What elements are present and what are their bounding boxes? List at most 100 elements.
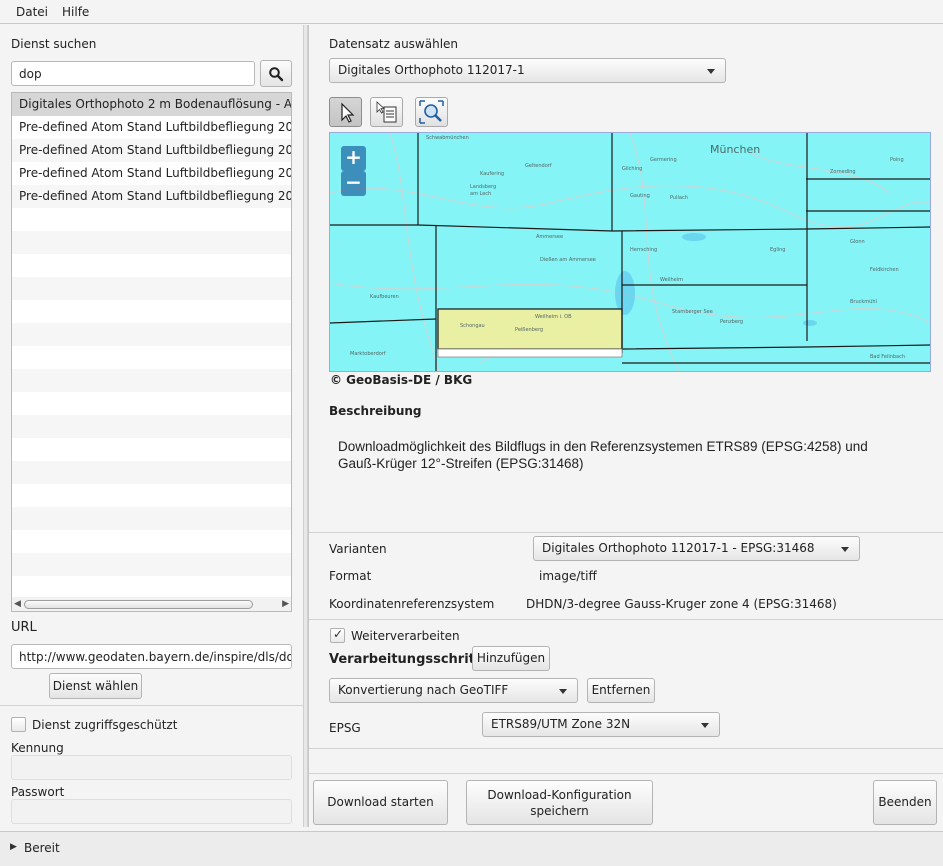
svg-text:Herrsching: Herrsching <box>630 247 657 253</box>
svg-text:Schongau: Schongau <box>460 323 485 329</box>
list-item-empty <box>12 576 291 599</box>
list-item-empty <box>12 438 291 461</box>
further-process-label: Weiterverarbeiten <box>351 629 460 643</box>
list-item-empty <box>12 346 291 369</box>
url-label: URL <box>11 620 37 635</box>
expand-triangle-icon[interactable]: ▶ <box>10 842 17 852</box>
step-select-value: Konvertierung nach GeoTIFF <box>338 683 509 697</box>
download-start-button[interactable]: Download starten <box>313 780 448 825</box>
menu-file[interactable]: Datei <box>16 5 48 19</box>
info-tool-button[interactable] <box>370 97 403 127</box>
svg-text:Bad Feilnbach: Bad Feilnbach <box>870 354 905 360</box>
user-label: Kennung <box>11 741 64 755</box>
list-horizontal-scrollbar[interactable]: ◀ ▶ <box>11 597 292 612</box>
search-label: Dienst suchen <box>11 37 97 51</box>
epsg-label: EPSG <box>329 721 361 735</box>
password-field[interactable] <box>11 799 292 824</box>
list-item-empty <box>12 231 291 254</box>
zoom-tool-button[interactable] <box>415 97 448 127</box>
list-item-empty <box>12 553 291 576</box>
url-input[interactable]: http://www.geodaten.bayern.de/inspire/dl… <box>11 644 292 669</box>
remove-step-button[interactable]: Entfernen <box>587 678 655 703</box>
divider <box>309 619 943 620</box>
scroll-right-icon[interactable]: ▶ <box>282 599 289 609</box>
menu-bar: Datei Hilfe <box>0 0 943 24</box>
svg-text:am Lech: am Lech <box>470 191 491 197</box>
svg-text:Weilheim: Weilheim <box>660 277 683 283</box>
list-item-empty <box>12 530 291 553</box>
search-button[interactable] <box>260 60 292 87</box>
list-item-empty <box>12 277 291 300</box>
svg-text:Kaufering: Kaufering <box>480 171 504 177</box>
list-item[interactable]: Pre-defined Atom Stand Luftbildbefliegun… <box>12 185 291 208</box>
further-process-checkbox[interactable] <box>330 627 345 643</box>
list-item[interactable]: Digitales Orthophoto 2 m Bodenauflösung … <box>12 93 291 116</box>
list-item-empty <box>12 507 291 530</box>
chevron-down-icon <box>841 546 849 552</box>
svg-text:Marktoberdorf: Marktoberdorf <box>350 351 386 357</box>
svg-text:Pullach: Pullach <box>670 195 688 201</box>
variants-select[interactable]: Digitales Orthophoto 112017-1 - EPSG:314… <box>533 536 860 561</box>
map-copyright: © GeoBasis-DE / BKG <box>330 373 473 387</box>
epsg-select[interactable]: ETRS89/UTM Zone 32N <box>482 712 720 737</box>
search-input[interactable]: dop <box>11 61 255 86</box>
save-config-label-line1: Download-Konfiguration <box>487 788 632 802</box>
svg-text:Bruckmühl: Bruckmühl <box>850 299 877 305</box>
svg-text:Germering: Germering <box>650 157 677 163</box>
zoom-in-button[interactable]: + <box>341 146 366 171</box>
variants-select-value: Digitales Orthophoto 112017-1 - EPSG:314… <box>542 541 815 555</box>
user-field[interactable] <box>11 755 292 780</box>
list-item-empty <box>12 415 291 438</box>
svg-text:Peißenberg: Peißenberg <box>515 327 543 333</box>
dataset-select-value: Digitales Orthophoto 112017-1 <box>338 63 525 77</box>
list-item-empty <box>12 484 291 507</box>
divider <box>309 748 943 749</box>
format-value: image/tiff <box>539 569 597 583</box>
status-text: Bereit <box>24 841 60 855</box>
svg-text:Feldkirchen: Feldkirchen <box>870 267 899 273</box>
crs-label: Koordinatenreferenzsystem <box>329 597 495 611</box>
list-item-empty <box>12 461 291 484</box>
list-item-empty <box>12 300 291 323</box>
list-item[interactable]: Pre-defined Atom Stand Luftbildbefliegun… <box>12 139 291 162</box>
description-text: Downloadmöglichkeit des Bildflugs in den… <box>338 439 868 471</box>
add-step-button[interactable]: Hinzufügen <box>472 646 550 671</box>
protected-label: Dienst zugriffsgeschützt <box>32 718 178 732</box>
scrollbar-thumb[interactable] <box>24 600 253 609</box>
epsg-select-value: ETRS89/UTM Zone 32N <box>491 717 631 731</box>
description-heading: Beschreibung <box>329 404 422 418</box>
list-item[interactable]: Pre-defined Atom Stand Luftbildbefliegun… <box>12 116 291 139</box>
map-city-label: München <box>710 143 760 156</box>
feature-info-icon <box>376 101 397 123</box>
svg-text:Schwabmünchen: Schwabmünchen <box>426 135 469 141</box>
search-icon <box>269 67 284 82</box>
svg-text:Landsberg: Landsberg <box>470 184 496 190</box>
select-tool-button[interactable] <box>329 97 362 127</box>
svg-text:Gilching: Gilching <box>622 166 642 172</box>
zoom-out-button[interactable]: − <box>341 171 366 196</box>
protected-checkbox[interactable] <box>11 717 26 732</box>
list-item[interactable]: Pre-defined Atom Stand Luftbildbefliegun… <box>12 162 291 185</box>
svg-text:Geltendorf: Geltendorf <box>525 163 552 169</box>
menu-help[interactable]: Hilfe <box>62 5 89 19</box>
dataset-select[interactable]: Digitales Orthophoto 112017-1 <box>329 58 726 83</box>
zoom-extent-icon <box>419 100 444 124</box>
svg-text:Egling: Egling <box>770 247 785 253</box>
steps-heading: Verarbeitungsschritte <box>329 652 490 667</box>
map-canvas[interactable]: Schwabmünchen Kaufering Landsberg am Lec… <box>330 133 931 372</box>
svg-text:Poing: Poing <box>890 157 904 163</box>
list-item-empty <box>12 254 291 277</box>
step-select[interactable]: Konvertierung nach GeoTIFF <box>329 678 578 703</box>
map-view[interactable]: Schwabmünchen Kaufering Landsberg am Lec… <box>329 132 931 372</box>
service-results-list[interactable]: Digitales Orthophoto 2 m Bodenauflösung … <box>11 92 292 612</box>
svg-text:Ammersee: Ammersee <box>536 234 563 240</box>
save-config-button[interactable]: Download-Konfiguration speichern <box>466 780 653 825</box>
svg-text:Starnberger See: Starnberger See <box>672 309 713 315</box>
chevron-down-icon <box>559 688 567 694</box>
scroll-left-icon[interactable]: ◀ <box>14 599 21 609</box>
list-item-empty <box>12 208 291 231</box>
quit-button[interactable]: Beenden <box>873 780 937 825</box>
crs-value: DHDN/3-degree Gauss-Kruger zone 4 (EPSG:… <box>526 597 837 611</box>
svg-text:Weilheim i. OB: Weilheim i. OB <box>535 314 572 320</box>
select-service-button[interactable]: Dienst wählen <box>49 673 142 699</box>
